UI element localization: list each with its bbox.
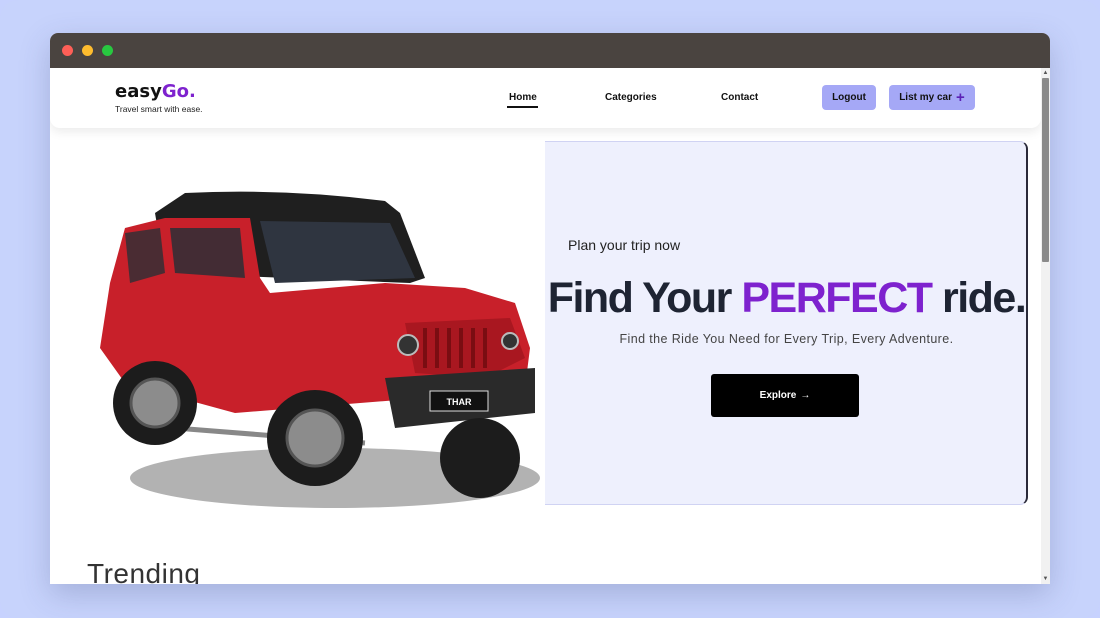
headline-suffix: ride. bbox=[931, 274, 1027, 322]
hero-panel: Plan your trip now Find Your PERFECT rid… bbox=[545, 141, 1028, 505]
maximize-window-dot[interactable] bbox=[102, 45, 113, 56]
navbar: easyGo. Travel smart with ease. Home Cat… bbox=[50, 68, 1041, 128]
vertical-scrollbar[interactable]: ▲ ▼ bbox=[1041, 68, 1050, 584]
hero-headline: Find Your PERFECT ride. bbox=[545, 274, 1028, 323]
hero-car-image: THAR bbox=[100, 191, 540, 508]
page-viewport: easyGo. Travel smart with ease. Home Cat… bbox=[50, 68, 1041, 584]
car-wheel-right bbox=[440, 418, 520, 498]
list-my-car-button[interactable]: List my car + bbox=[889, 85, 975, 110]
hero-subline: Find the Ride You Need for Every Trip, E… bbox=[619, 332, 954, 346]
nav-contact-link[interactable]: Contact bbox=[721, 92, 758, 103]
active-nav-underline bbox=[507, 106, 538, 108]
plus-icon: + bbox=[956, 88, 965, 106]
car-rim-front bbox=[285, 408, 345, 468]
car-headlight-left bbox=[397, 334, 419, 356]
explore-button[interactable]: Explore → bbox=[711, 374, 859, 417]
scroll-thumb[interactable] bbox=[1042, 78, 1049, 262]
hero-eyebrow: Plan your trip now bbox=[568, 237, 681, 253]
scroll-down-icon[interactable]: ▼ bbox=[1042, 575, 1049, 583]
brand-tagline: Travel smart with ease. bbox=[115, 104, 203, 114]
car-badge-text: THAR bbox=[447, 397, 472, 407]
headline-prefix: Find Your bbox=[547, 274, 742, 322]
car-rim-rear bbox=[129, 377, 181, 429]
explore-label: Explore bbox=[759, 390, 797, 401]
arrow-right-icon: → bbox=[800, 390, 811, 401]
car-windshield bbox=[260, 221, 415, 283]
nav-home-link[interactable]: Home bbox=[509, 92, 537, 103]
title-bar bbox=[50, 33, 1050, 68]
minimize-window-dot[interactable] bbox=[82, 45, 93, 56]
logout-button[interactable]: Logout bbox=[822, 85, 876, 110]
list-my-car-label: List my car bbox=[899, 92, 953, 103]
trending-heading: Trending bbox=[87, 558, 201, 584]
close-window-dot[interactable] bbox=[62, 45, 73, 56]
car-headlight-right bbox=[501, 332, 519, 350]
brand-name-accent: Go. bbox=[161, 81, 196, 102]
brand-name: easy bbox=[115, 81, 162, 102]
brand-logo[interactable]: easyGo. bbox=[115, 81, 196, 102]
browser-window: easyGo. Travel smart with ease. Home Cat… bbox=[50, 33, 1050, 584]
nav-categories-link[interactable]: Categories bbox=[605, 92, 657, 103]
scroll-up-icon[interactable]: ▲ bbox=[1042, 69, 1049, 77]
headline-accent: PERFECT bbox=[741, 274, 933, 322]
car-side-window bbox=[170, 228, 245, 278]
